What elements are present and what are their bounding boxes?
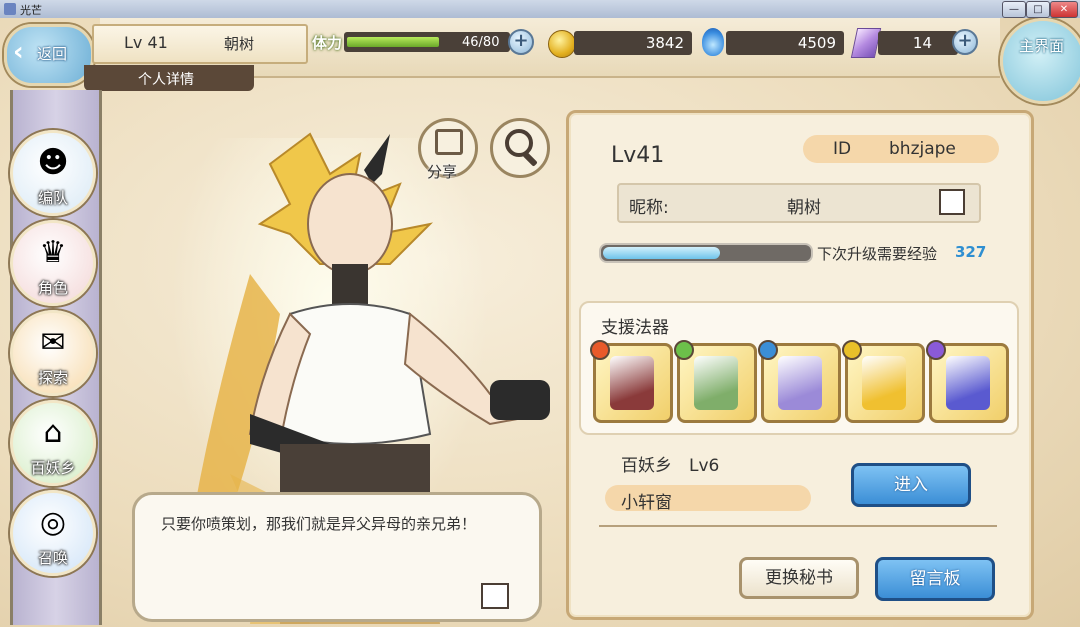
profile-id-value: bhzjape xyxy=(889,139,956,159)
element-badge xyxy=(674,340,694,360)
app-icon xyxy=(4,3,16,15)
team-icon: ☻ xyxy=(37,145,69,180)
share-label: 分享 xyxy=(427,163,458,181)
support-slot-4[interactable] xyxy=(842,340,925,423)
element-badge xyxy=(926,340,946,360)
exp-bar xyxy=(599,243,813,263)
sword-artifact-icon xyxy=(946,356,990,410)
personal-details-label: 个人详情 xyxy=(138,72,194,88)
gem-value: 14 xyxy=(912,34,932,52)
soul-flame-icon xyxy=(702,28,724,56)
character-belt xyxy=(280,444,430,494)
personal-details-tab[interactable]: 个人详情 xyxy=(84,65,254,91)
nav-team-button[interactable]: ☻ 编队 xyxy=(10,130,96,216)
support-slot-2[interactable] xyxy=(674,340,757,423)
window-titlebar: 光芒 — □ ✕ xyxy=(0,0,1080,19)
exp-value: 327 xyxy=(955,243,987,261)
village-name: 小轩窗 xyxy=(621,493,672,513)
gem-counter: 14 xyxy=(878,31,958,55)
character-shirt xyxy=(278,303,432,445)
soul-counter: 4509 xyxy=(726,31,844,55)
soul-value: 4509 xyxy=(797,34,836,52)
add-stamina-button[interactable]: + xyxy=(508,29,534,55)
nav-explore-button[interactable]: ✉ 探索 xyxy=(10,310,96,396)
profile-level: Lv41 xyxy=(611,143,665,168)
profile-id-label: ID xyxy=(833,139,852,159)
village-level: 百妖乡 Lv6 xyxy=(621,456,720,476)
character-face xyxy=(307,173,393,275)
message-board-button[interactable]: 留言板 xyxy=(875,557,995,601)
exp-fill xyxy=(603,247,721,259)
nav-summon-label: 召唤 xyxy=(37,549,68,567)
element-badge xyxy=(590,340,610,360)
nickname-label: 昵称: xyxy=(629,198,669,218)
blade-artifact-icon xyxy=(778,356,822,410)
player-level: Lv 41 xyxy=(124,33,168,52)
dialogue-bubble: 只要你喷策划，那我们就是异父异母的亲兄弟！ xyxy=(132,492,542,622)
explore-icon: ✉ xyxy=(40,325,66,360)
zoom-button[interactable] xyxy=(490,118,550,178)
horn-artifact-icon xyxy=(862,356,906,410)
close-button[interactable]: ✕ xyxy=(1050,1,1078,18)
element-badge xyxy=(842,340,862,360)
add-gems-button[interactable]: + xyxy=(952,29,978,55)
main-menu-button[interactable]: 主界面 xyxy=(1000,18,1080,104)
support-slot-5[interactable] xyxy=(926,340,1009,423)
support-artifacts-box: 支援法器 xyxy=(579,301,1019,435)
support-slot-3[interactable] xyxy=(758,340,841,423)
character-horn xyxy=(364,134,390,184)
maximize-button[interactable]: □ xyxy=(1026,1,1050,18)
player-plate: Lv 41 朝树 xyxy=(92,24,308,64)
summon-icon: ◎ xyxy=(39,505,67,540)
character-fist xyxy=(490,380,550,420)
main-menu-label: 主界面 xyxy=(1019,37,1065,55)
player-name: 朝树 xyxy=(224,35,255,53)
nav-village-label: 百妖乡 xyxy=(30,459,76,477)
nickname-field: 昵称: 朝树 xyxy=(617,183,981,223)
coin-counter: 3842 xyxy=(574,31,692,55)
magnifier-handle xyxy=(522,151,538,167)
village-name-badge: 小轩窗 xyxy=(605,485,811,513)
dialogue-text: 只要你喷策划，那我们就是异父异母的亲兄弟！ xyxy=(161,515,477,533)
profile-id-badge: ID bhzjape xyxy=(803,135,999,163)
stamina-label: 体力 xyxy=(312,34,343,52)
coin-icon xyxy=(548,30,576,58)
back-label: 返回 xyxy=(37,45,68,63)
edit-dialogue-button[interactable] xyxy=(481,583,509,609)
nav-character-button[interactable]: ♛ 角色 xyxy=(10,220,96,306)
ring-artifact-icon xyxy=(694,356,738,410)
village-icon: ⌂ xyxy=(43,415,63,450)
coin-value: 3842 xyxy=(645,34,684,52)
fan-artifact-icon xyxy=(610,356,654,410)
profile-panel: Lv41 ID bhzjape 昵称: 朝树 下次升级需要经验 327 支援法器… xyxy=(566,110,1034,620)
stamina-fill xyxy=(347,37,439,47)
enter-village-button[interactable]: 进入 xyxy=(851,463,971,507)
support-slot-1[interactable] xyxy=(590,340,673,423)
share-button[interactable]: 分享 xyxy=(418,118,478,181)
nav-explore-label: 探索 xyxy=(37,369,68,387)
element-badge xyxy=(758,340,778,360)
support-title: 支援法器 xyxy=(601,318,669,338)
back-button[interactable]: ‹ 返回 xyxy=(4,24,94,86)
change-secretary-button[interactable]: 更换秘书 xyxy=(739,557,859,599)
share-icon xyxy=(435,129,463,155)
exp-label: 下次升级需要经验 xyxy=(817,245,938,263)
stamina-bar: 46/80 xyxy=(344,32,510,52)
nickname-value: 朝树 xyxy=(787,198,821,218)
stamina-value: 46/80 xyxy=(462,35,500,50)
nav-character-label: 角色 xyxy=(37,279,68,297)
window-title: 光芒 xyxy=(20,4,42,17)
game-viewport: ‹ 返回 Lv 41 朝树 个人详情 体力 46/80 + 3842 4509 … xyxy=(0,18,1080,627)
minimize-button[interactable]: — xyxy=(1002,1,1026,18)
back-arrow-icon: ‹ xyxy=(13,37,24,67)
nav-team-label: 编队 xyxy=(37,189,68,207)
edit-nickname-button[interactable] xyxy=(939,189,965,215)
nav-summon-button[interactable]: ◎ 召唤 xyxy=(10,490,96,576)
nav-village-button[interactable]: ⌂ 百妖乡 xyxy=(10,400,96,486)
character-icon: ♛ xyxy=(39,235,67,270)
panel-divider xyxy=(599,525,997,527)
